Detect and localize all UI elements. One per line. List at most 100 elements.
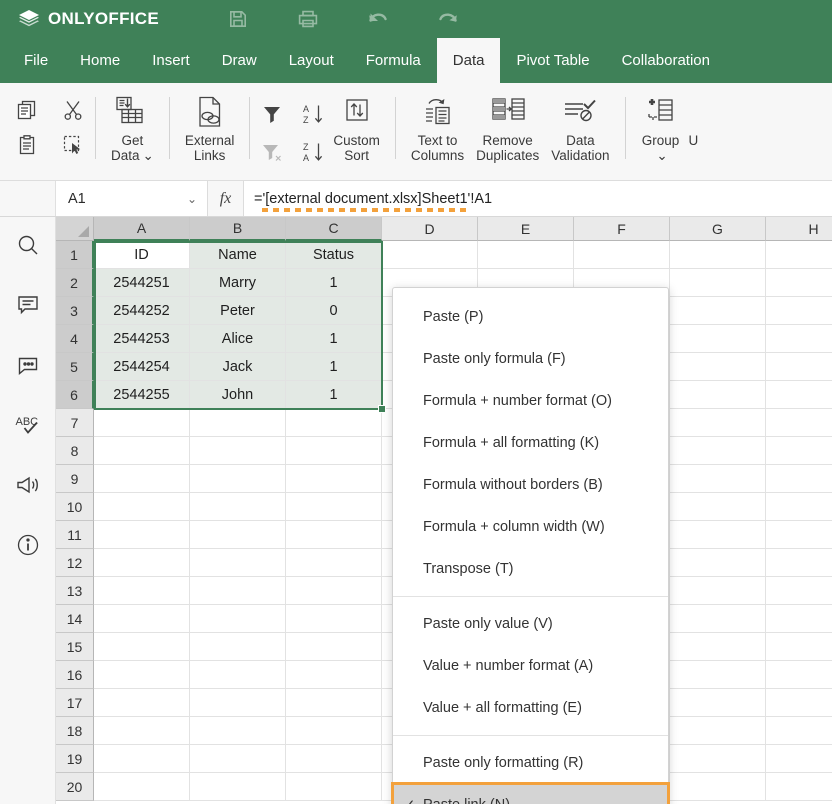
- cell-D1[interactable]: [382, 241, 478, 269]
- cell-B13[interactable]: [190, 577, 286, 605]
- cell-H12[interactable]: [766, 549, 832, 577]
- cell-C12[interactable]: [286, 549, 382, 577]
- custom-sort-button[interactable]: Custom Sort: [327, 83, 386, 163]
- tab-data[interactable]: Data: [436, 38, 501, 83]
- clear-filter-icon[interactable]: [259, 137, 285, 167]
- cell-A1[interactable]: ID: [94, 241, 190, 269]
- cell-C7[interactable]: [286, 409, 382, 437]
- get-data-button[interactable]: Get Data ⌄: [105, 83, 160, 163]
- cell-C2[interactable]: 1: [286, 269, 382, 297]
- cell-G14[interactable]: [670, 605, 766, 633]
- cell-B12[interactable]: [190, 549, 286, 577]
- column-header-F[interactable]: F: [574, 217, 670, 241]
- cell-E1[interactable]: [478, 241, 574, 269]
- row-header-5[interactable]: 5: [56, 353, 94, 381]
- menu-item-formula-all-formatting-k[interactable]: Formula + all formatting (K): [393, 422, 668, 464]
- cell-H6[interactable]: [766, 381, 832, 409]
- cell-A17[interactable]: [94, 689, 190, 717]
- cell-B1[interactable]: Name: [190, 241, 286, 269]
- menu-item-formula-number-format-o[interactable]: Formula + number format (O): [393, 380, 668, 422]
- redo-icon[interactable]: [435, 6, 461, 32]
- column-header-H[interactable]: H: [766, 217, 832, 241]
- cell-B11[interactable]: [190, 521, 286, 549]
- row-header-3[interactable]: 3: [56, 297, 94, 325]
- cell-G4[interactable]: [670, 325, 766, 353]
- cell-A2[interactable]: 2544251: [94, 269, 190, 297]
- tab-layout[interactable]: Layout: [273, 38, 350, 83]
- cell-G8[interactable]: [670, 437, 766, 465]
- cell-H11[interactable]: [766, 521, 832, 549]
- search-icon[interactable]: [14, 231, 42, 259]
- name-box[interactable]: A1 ⌄: [56, 181, 208, 216]
- cell-C18[interactable]: [286, 717, 382, 745]
- cell-H8[interactable]: [766, 437, 832, 465]
- cell-B8[interactable]: [190, 437, 286, 465]
- save-icon[interactable]: [225, 6, 251, 32]
- cell-G2[interactable]: [670, 269, 766, 297]
- tab-pivot-table[interactable]: Pivot Table: [500, 38, 605, 83]
- row-header-17[interactable]: 17: [56, 689, 94, 717]
- about-icon[interactable]: [14, 531, 42, 559]
- cell-C11[interactable]: [286, 521, 382, 549]
- cell-A15[interactable]: [94, 633, 190, 661]
- cell-C8[interactable]: [286, 437, 382, 465]
- menu-item-paste-only-formatting-r[interactable]: Paste only formatting (R): [393, 742, 668, 784]
- cell-A12[interactable]: [94, 549, 190, 577]
- cell-H14[interactable]: [766, 605, 832, 633]
- remove-duplicates-button[interactable]: Remove Duplicates: [470, 83, 545, 163]
- row-header-1[interactable]: 1: [56, 241, 94, 269]
- cell-B7[interactable]: [190, 409, 286, 437]
- cell-A20[interactable]: [94, 773, 190, 801]
- external-links-button[interactable]: External Links: [179, 83, 241, 163]
- cell-H20[interactable]: [766, 773, 832, 801]
- cell-A6[interactable]: 2544255: [94, 381, 190, 409]
- cell-A19[interactable]: [94, 745, 190, 773]
- cell-A18[interactable]: [94, 717, 190, 745]
- row-header-19[interactable]: 19: [56, 745, 94, 773]
- tab-formula[interactable]: Formula: [350, 38, 437, 83]
- chat-icon[interactable]: [14, 351, 42, 379]
- cell-G18[interactable]: [670, 717, 766, 745]
- formula-input[interactable]: = '[external document.xlsx]Sheet1' !A1: [244, 181, 832, 216]
- cell-G6[interactable]: [670, 381, 766, 409]
- cell-H5[interactable]: [766, 353, 832, 381]
- row-header-9[interactable]: 9: [56, 465, 94, 493]
- cell-G1[interactable]: [670, 241, 766, 269]
- cell-G15[interactable]: [670, 633, 766, 661]
- cell-A13[interactable]: [94, 577, 190, 605]
- cell-A9[interactable]: [94, 465, 190, 493]
- cell-A16[interactable]: [94, 661, 190, 689]
- menu-item-paste-only-formula-f[interactable]: Paste only formula (F): [393, 338, 668, 380]
- cell-H18[interactable]: [766, 717, 832, 745]
- cell-H15[interactable]: [766, 633, 832, 661]
- menu-item-paste-only-value-v[interactable]: Paste only value (V): [393, 603, 668, 645]
- column-header-A[interactable]: A: [94, 217, 190, 241]
- cell-G5[interactable]: [670, 353, 766, 381]
- paste-special-context-menu[interactable]: Paste (P) Paste only formula (F) Formula +…: [391, 287, 670, 804]
- cell-C6[interactable]: 1: [286, 381, 382, 409]
- menu-item-value-number-format-a[interactable]: Value + number format (A): [393, 645, 668, 687]
- cell-A8[interactable]: [94, 437, 190, 465]
- cell-A10[interactable]: [94, 493, 190, 521]
- menu-item-paste-p[interactable]: Paste (P): [393, 296, 668, 338]
- cell-G10[interactable]: [670, 493, 766, 521]
- row-header-16[interactable]: 16: [56, 661, 94, 689]
- cell-G12[interactable]: [670, 549, 766, 577]
- cell-H3[interactable]: [766, 297, 832, 325]
- cell-B4[interactable]: Alice: [190, 325, 286, 353]
- cell-G16[interactable]: [670, 661, 766, 689]
- tab-collaboration[interactable]: Collaboration: [606, 38, 726, 83]
- cell-C10[interactable]: [286, 493, 382, 521]
- cut-icon[interactable]: [60, 97, 86, 123]
- cell-B17[interactable]: [190, 689, 286, 717]
- row-header-14[interactable]: 14: [56, 605, 94, 633]
- column-header-D[interactable]: D: [382, 217, 478, 241]
- chevron-down-icon[interactable]: ⌄: [187, 192, 197, 206]
- group-button[interactable]: Group ⌄: [635, 83, 687, 163]
- cell-B14[interactable]: [190, 605, 286, 633]
- tab-draw[interactable]: Draw: [206, 38, 273, 83]
- cell-G9[interactable]: [670, 465, 766, 493]
- row-header-2[interactable]: 2: [56, 269, 94, 297]
- menu-item-value-all-formatting-e[interactable]: Value + all formatting (E): [393, 687, 668, 729]
- cell-A7[interactable]: [94, 409, 190, 437]
